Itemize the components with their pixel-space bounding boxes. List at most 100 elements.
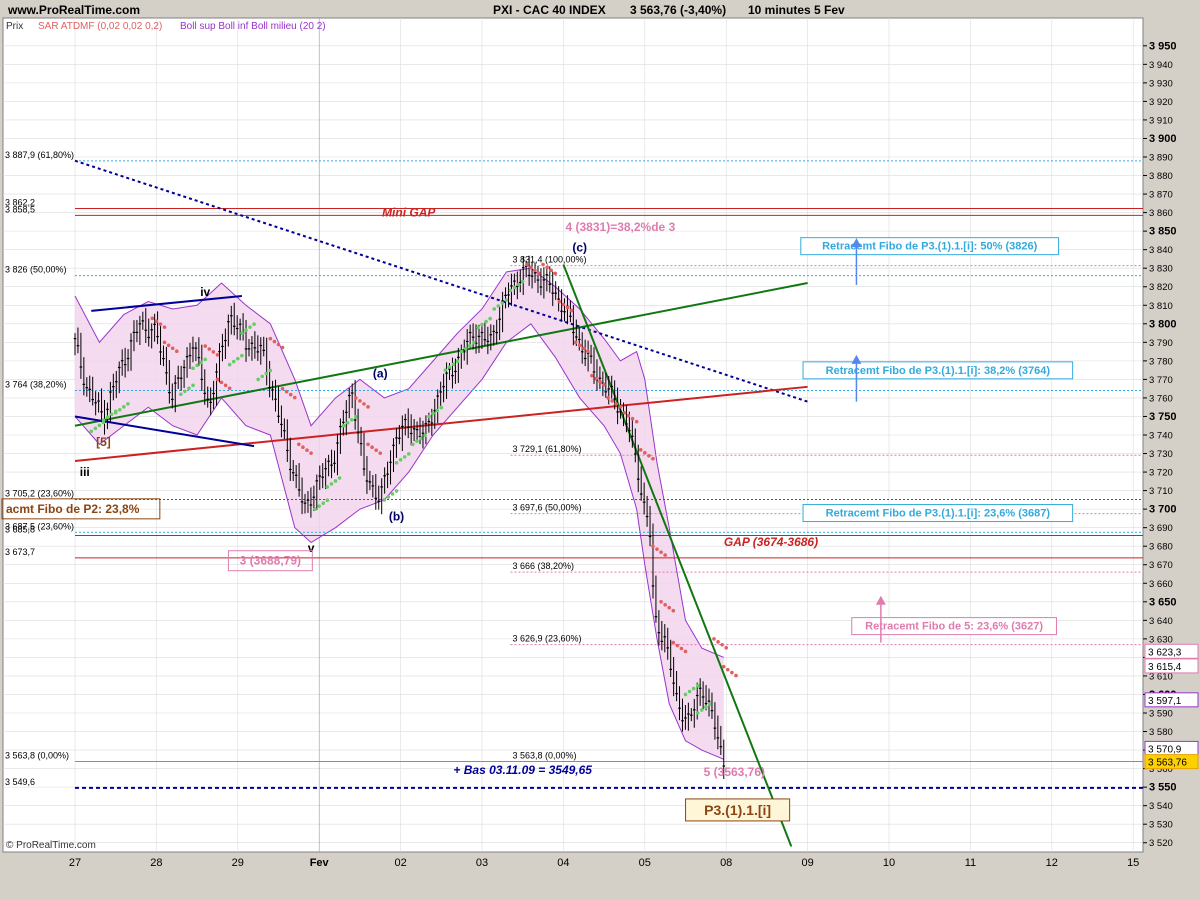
sar-dot: [113, 410, 118, 415]
wave-label: iii: [80, 465, 90, 479]
sar-dot: [541, 262, 545, 267]
y-tick-label: 3 860: [1149, 208, 1173, 219]
sar-dot: [529, 265, 533, 270]
sar-dot: [734, 673, 738, 678]
x-tick-label: 02: [394, 857, 406, 869]
sar-dot: [581, 346, 586, 351]
sar-dot: [463, 346, 468, 351]
sar-dot: [467, 343, 472, 348]
annotation-text: Mini GAP: [382, 205, 436, 219]
sar-dot: [663, 602, 667, 607]
y-tick-label: 3 900: [1149, 133, 1177, 145]
level-label: 3 563,8 (0,00%): [5, 751, 69, 761]
sar-dot: [378, 451, 383, 455]
sar-dot: [695, 683, 700, 688]
sar-dot: [256, 377, 260, 382]
sar-dot: [280, 345, 285, 350]
y-tick-label: 3 630: [1149, 634, 1173, 645]
sar-dot: [374, 448, 378, 452]
sar-dot: [337, 476, 342, 480]
price-tag-text: 3 563,76: [1148, 758, 1187, 769]
y-tick-label: 3 720: [1149, 468, 1173, 479]
sar-dot: [264, 371, 269, 376]
sar-dot: [398, 458, 403, 462]
y-tick-label: 3 710: [1149, 486, 1173, 497]
sar-dot: [590, 373, 594, 378]
sar-dot: [301, 445, 305, 450]
legend-price: Prix: [6, 21, 23, 32]
sar-dot: [488, 316, 492, 321]
sar-dot: [268, 336, 273, 341]
sar-dot: [174, 349, 179, 354]
y-tick-label: 3 770: [1149, 375, 1173, 386]
sar-dot: [240, 331, 244, 335]
sar-dot: [354, 415, 358, 419]
sar-dot: [349, 418, 354, 422]
sar-dot: [643, 450, 647, 455]
sar-dot: [321, 501, 326, 506]
sar-dot: [345, 420, 350, 425]
sar-dot: [533, 268, 537, 273]
sar-dot: [459, 349, 464, 354]
sar-dot: [97, 423, 102, 428]
sar-dot: [659, 600, 663, 604]
sar-dot: [553, 271, 558, 276]
level-label: 3 549,6: [5, 777, 35, 787]
sar-dot: [427, 414, 431, 419]
wave-label: [5]: [96, 435, 111, 449]
level-label: 3 826 (50,00%): [5, 265, 67, 275]
level-label: 3 697,6 (50,00%): [512, 503, 581, 513]
sar-dot: [699, 708, 704, 712]
sar-dot: [415, 439, 419, 444]
sar-dot: [394, 489, 399, 493]
y-tick-label: 3 590: [1149, 709, 1173, 720]
sar-dot: [329, 482, 334, 486]
sar-dot: [447, 365, 452, 369]
y-tick-label: 3 680: [1149, 542, 1173, 553]
sar-dot: [512, 285, 517, 290]
y-tick-label: 3 790: [1149, 338, 1173, 349]
sar-dot: [484, 319, 488, 324]
sar-dot: [333, 479, 338, 483]
sar-dot: [199, 360, 203, 365]
sar-dot: [154, 319, 159, 324]
sar-dot: [675, 643, 680, 648]
sar-dot: [730, 670, 734, 675]
wave-label: iv: [200, 285, 210, 299]
y-tick-label: 3 880: [1149, 171, 1173, 182]
sar-dot: [150, 316, 155, 321]
sar-dot: [524, 262, 529, 267]
sar-dot: [268, 368, 273, 373]
sar-dot: [248, 325, 252, 329]
sar-dot: [390, 492, 395, 496]
annotation-text: 5 (3563,76): [704, 765, 765, 779]
annotation-text: 4 (3831)=38,2%de 3: [566, 220, 676, 234]
sar-dot: [659, 550, 663, 554]
sar-dot: [162, 325, 167, 329]
sar-dot: [195, 363, 199, 368]
sar-dot: [382, 498, 387, 502]
level-label: 3 729,1 (61,80%): [512, 444, 581, 454]
sar-dot: [516, 282, 521, 287]
sar-dot: [166, 343, 171, 348]
x-tick-label: Fev: [310, 857, 330, 869]
annotation-text: GAP (3674-3686): [724, 535, 818, 549]
x-tick-label: 29: [232, 857, 244, 869]
sar-dot: [325, 498, 330, 503]
x-tick-label: 27: [69, 857, 81, 869]
sar-dot: [545, 265, 549, 270]
x-tick-label: 03: [476, 857, 488, 869]
sar-dot: [695, 711, 700, 715]
sar-dot: [720, 642, 724, 647]
sar-dot: [602, 382, 606, 387]
y-tick-label: 3 670: [1149, 560, 1173, 571]
sar-dot: [362, 402, 366, 406]
wave-label: (c): [572, 241, 587, 255]
y-tick-label: 3 920: [1149, 97, 1173, 108]
sar-dot: [203, 357, 208, 362]
sar-dot: [598, 379, 602, 384]
sar-dot: [708, 702, 712, 706]
sar-dot: [508, 288, 513, 293]
sar-dot: [565, 305, 570, 310]
sar-dot: [638, 448, 643, 452]
